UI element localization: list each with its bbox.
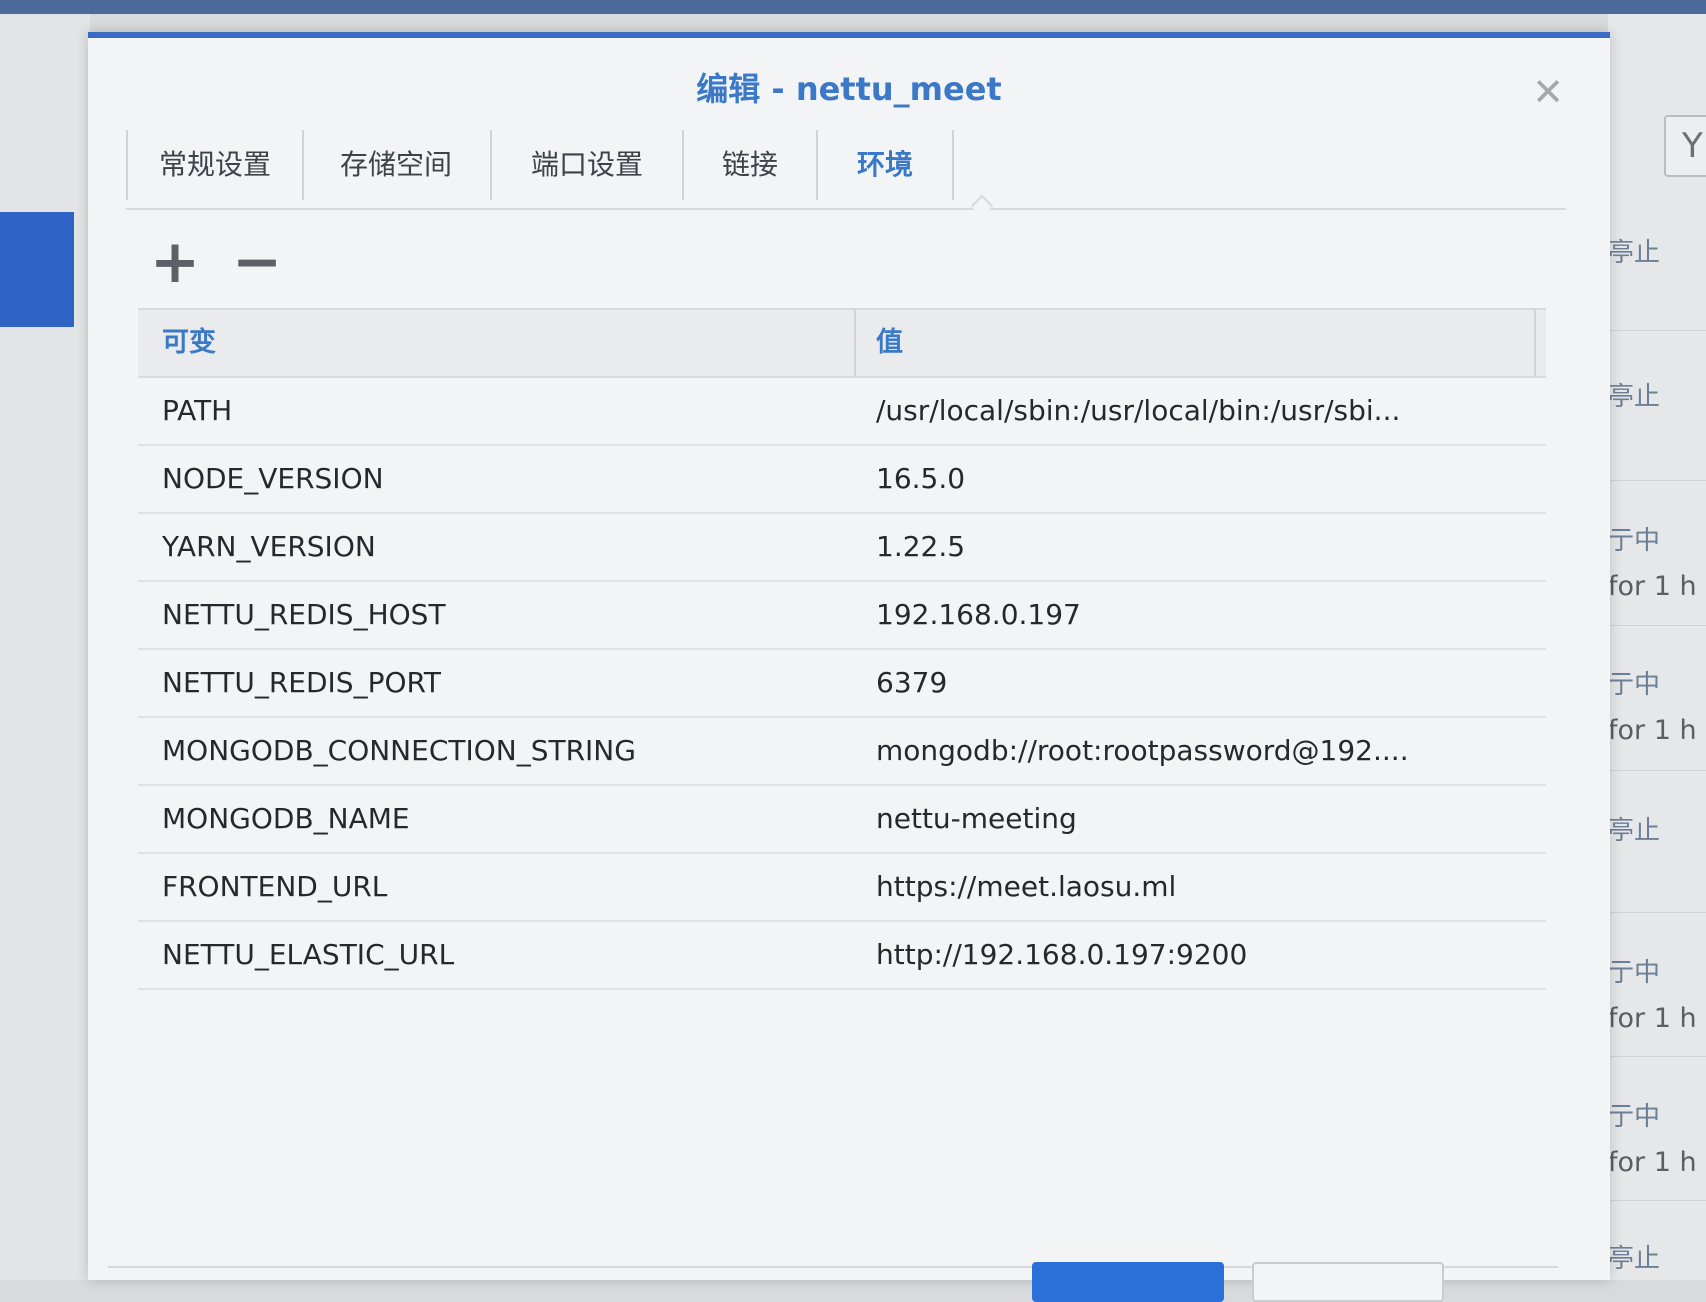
table-row[interactable]: NETTU_REDIS_PORT 6379 bbox=[138, 650, 1546, 718]
status-label: 亍中 bbox=[1608, 670, 1661, 700]
variable-name: NETTU_ELASTIC_URL bbox=[162, 938, 455, 971]
tab-bar: 常规设置 存储空间 端口设置 链接 环境 bbox=[126, 116, 1566, 218]
tab-general-settings[interactable]: 常规设置 bbox=[126, 130, 304, 200]
container-status: 亍中 for 1 h bbox=[1608, 952, 1706, 1034]
container-status: 亭止 bbox=[1608, 232, 1706, 269]
container-status: 亍中 for 1 h bbox=[1608, 1096, 1706, 1178]
container-status: 亭止 bbox=[1608, 1238, 1706, 1275]
list-divider bbox=[1608, 1056, 1706, 1057]
variable-name: MONGODB_NAME bbox=[162, 802, 410, 835]
variable-value: /usr/local/sbin:/usr/local/bin:/usr/sbi.… bbox=[876, 394, 1401, 427]
tab-storage[interactable]: 存储空间 bbox=[302, 130, 492, 200]
status-label: 亭止 bbox=[1608, 1244, 1661, 1274]
close-icon[interactable]: ✕ bbox=[1530, 73, 1566, 111]
status-uptime: for 1 h bbox=[1608, 571, 1697, 602]
container-status: 亍中 for 1 h bbox=[1608, 664, 1706, 746]
table-row[interactable]: FRONTEND_URL https://meet.laosu.ml bbox=[138, 854, 1546, 922]
tab-port-settings[interactable]: 端口设置 bbox=[492, 130, 684, 200]
edit-container-dialog: 编辑 - nettu_meet ✕ 常规设置 存储空间 端口设置 链接 环境 +… bbox=[88, 32, 1610, 1280]
column-divider bbox=[1534, 310, 1536, 376]
background-container-list bbox=[1608, 14, 1706, 1280]
variable-name: PATH bbox=[162, 394, 233, 427]
tab-links[interactable]: 链接 bbox=[684, 130, 818, 200]
status-label: 亭止 bbox=[1608, 382, 1661, 412]
list-divider bbox=[1608, 625, 1706, 626]
table-row[interactable]: PATH /usr/local/sbin:/usr/local/bin:/usr… bbox=[138, 378, 1546, 446]
status-label: 亍中 bbox=[1608, 526, 1661, 556]
status-uptime: for 1 h bbox=[1608, 1147, 1697, 1178]
tab-environment[interactable]: 环境 bbox=[818, 130, 954, 200]
status-label: 亍中 bbox=[1608, 1102, 1661, 1132]
variable-value: http://192.168.0.197:9200 bbox=[876, 938, 1248, 971]
variable-name: NETTU_REDIS_PORT bbox=[162, 666, 442, 699]
table-row[interactable]: NETTU_ELASTIC_URL http://192.168.0.197:9… bbox=[138, 922, 1546, 990]
variable-value: mongodb://root:rootpassword@192.... bbox=[876, 734, 1409, 767]
variable-value: 192.168.0.197 bbox=[876, 598, 1081, 631]
container-status: 亭止 bbox=[1608, 810, 1706, 847]
table-header: 可变 值 bbox=[138, 308, 1546, 378]
variable-name: NETTU_REDIS_HOST bbox=[162, 598, 446, 631]
variable-value: 1.22.5 bbox=[876, 530, 966, 563]
variable-name: FRONTEND_URL bbox=[162, 870, 388, 903]
cancel-button[interactable] bbox=[1252, 1262, 1444, 1302]
active-tab-indicator bbox=[970, 194, 994, 218]
status-uptime: for 1 h bbox=[1608, 715, 1697, 746]
variable-value: 6379 bbox=[876, 666, 948, 699]
environment-variables-table: 可变 值 PATH /usr/local/sbin:/usr/local/bin… bbox=[138, 308, 1546, 990]
table-row[interactable]: MONGODB_CONNECTION_STRING mongodb://root… bbox=[138, 718, 1546, 786]
column-header-value[interactable]: 值 bbox=[854, 310, 903, 376]
remove-icon[interactable]: − bbox=[230, 232, 284, 292]
filter-icon: Y bbox=[1682, 126, 1703, 166]
background-left-panel bbox=[0, 14, 90, 1280]
container-status: 亭止 bbox=[1608, 376, 1706, 413]
container-status: 亍中 for 1 h bbox=[1608, 520, 1706, 602]
variable-value: 16.5.0 bbox=[876, 462, 966, 495]
table-row[interactable]: NETTU_REDIS_HOST 192.168.0.197 bbox=[138, 582, 1546, 650]
add-icon[interactable]: + bbox=[148, 232, 202, 292]
variable-name: YARN_VERSION bbox=[162, 530, 376, 563]
list-divider bbox=[1608, 1200, 1706, 1201]
dialog-title: 编辑 - nettu_meet bbox=[696, 70, 1002, 108]
background-title-bar bbox=[0, 0, 1706, 14]
background-selected-nav-item[interactable] bbox=[0, 212, 74, 327]
status-label: 亍中 bbox=[1608, 958, 1661, 988]
list-divider bbox=[1608, 770, 1706, 771]
column-header-variable[interactable]: 可变 bbox=[162, 310, 216, 376]
list-divider bbox=[1608, 912, 1706, 913]
table-row[interactable]: MONGODB_NAME nettu-meeting bbox=[138, 786, 1546, 854]
list-divider bbox=[1608, 330, 1706, 331]
variable-value: nettu-meeting bbox=[876, 802, 1077, 835]
variable-name: MONGODB_CONNECTION_STRING bbox=[162, 734, 636, 767]
status-label: 亭止 bbox=[1608, 816, 1661, 846]
table-row[interactable]: YARN_VERSION 1.22.5 bbox=[138, 514, 1546, 582]
variable-value: https://meet.laosu.ml bbox=[876, 870, 1177, 903]
status-uptime: for 1 h bbox=[1608, 1003, 1697, 1034]
variable-name: NODE_VERSION bbox=[162, 462, 384, 495]
list-divider bbox=[1608, 480, 1706, 481]
confirm-button[interactable] bbox=[1032, 1262, 1224, 1302]
table-row[interactable]: NODE_VERSION 16.5.0 bbox=[138, 446, 1546, 514]
status-label: 亭止 bbox=[1608, 238, 1661, 268]
